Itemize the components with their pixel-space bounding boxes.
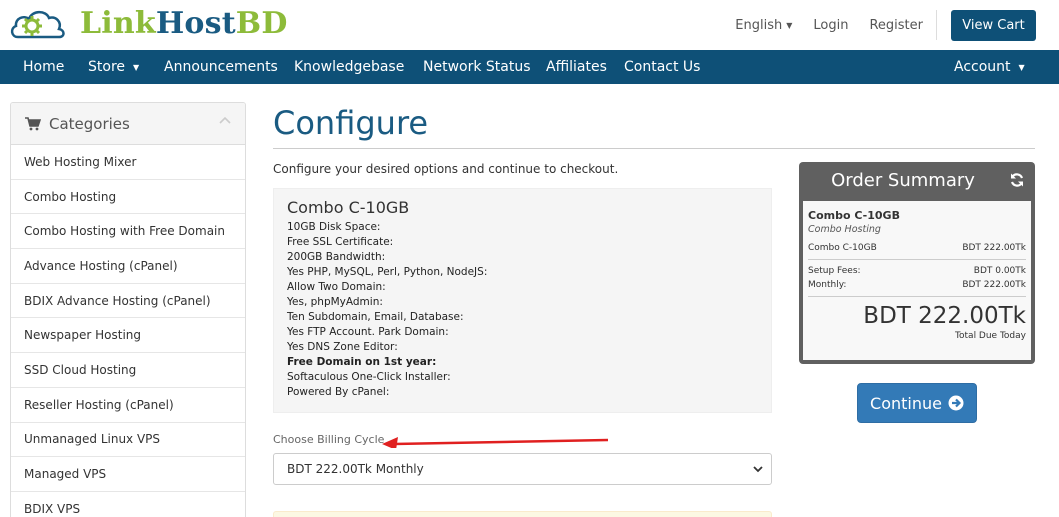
category-web-hosting-mixer[interactable]: Web Hosting Mixer — [11, 145, 245, 180]
category-reseller-hosting[interactable]: Reseller Hosting (cPanel) — [11, 388, 245, 423]
feature-item: Yes DNS Zone Editor: — [287, 341, 398, 353]
category-combo-hosting[interactable]: Combo Hosting — [11, 180, 245, 215]
summary-total-label: Total Due Today — [955, 331, 1026, 341]
arrow-circle-right-icon — [948, 395, 964, 411]
category-ssd-cloud-hosting[interactable]: SSD Cloud Hosting — [11, 353, 245, 388]
product-info-box: Combo C-10GB 10GB Disk Space: Free SSL C… — [273, 188, 772, 413]
header-divider — [936, 10, 937, 40]
categories-panel: Categories Web Hosting Mixer Combo Hosti… — [10, 102, 246, 517]
billing-cycle-value: BDT 222.00Tk Monthly — [287, 462, 424, 476]
caret-down-icon: ▼ — [786, 20, 793, 30]
summary-line-label: Combo C-10GB — [808, 243, 877, 253]
logo-link: Link — [80, 5, 156, 41]
billing-cycle-label: Choose Billing Cycle — [273, 433, 385, 446]
register-link[interactable]: Register — [869, 18, 923, 33]
summary-total: BDT 222.00Tk — [863, 303, 1026, 329]
categories-title: Categories — [49, 114, 130, 133]
category-bdix-advance-hosting[interactable]: BDIX Advance Hosting (cPanel) — [11, 284, 245, 319]
nav-store-label: Store — [88, 59, 126, 75]
summary-product-name: Combo C-10GB — [808, 209, 900, 222]
language-dropdown[interactable]: English ▼ — [714, 18, 792, 33]
category-bdix-vps[interactable]: BDIX VPS — [11, 492, 245, 517]
page-title: Configure — [273, 104, 429, 142]
billing-cycle-select[interactable]: BDT 222.00Tk Monthly — [273, 453, 772, 485]
feature-item: Softaculous One-Click Installer: — [287, 371, 451, 383]
alert-box — [273, 511, 772, 517]
summary-setup-row: Setup Fees: BDT 0.00Tk — [808, 264, 1026, 278]
site-logo[interactable]: LinkHostBD — [8, 4, 288, 42]
nav-store[interactable]: Store ▼ — [88, 50, 139, 84]
summary-line-value: BDT 222.00Tk — [962, 243, 1026, 253]
language-label: English — [735, 17, 783, 33]
title-divider — [273, 148, 1035, 149]
feature-item: 200GB Bandwidth: — [287, 251, 386, 263]
chevron-down-icon — [753, 466, 763, 473]
order-summary-title: Order Summary — [831, 170, 975, 191]
nav-affiliates[interactable]: Affiliates — [546, 50, 607, 84]
logo-text: LinkHostBD — [80, 6, 288, 41]
feature-item: Allow Two Domain: — [287, 281, 386, 293]
refresh-icon[interactable] — [1009, 172, 1025, 188]
chevron-up-icon[interactable] — [219, 115, 231, 127]
summary-product-group: Combo Hosting — [808, 224, 881, 235]
caret-down-icon: ▼ — [133, 62, 140, 72]
main-nav: Home Store ▼ Announcements Knowledgebase … — [0, 50, 1059, 84]
cloud-gear-icon — [10, 10, 65, 39]
summary-monthly-value: BDT 222.00Tk — [962, 280, 1026, 290]
shopping-cart-icon — [25, 116, 41, 130]
categories-header[interactable]: Categories — [11, 103, 245, 145]
logo-host: Host — [155, 5, 236, 41]
summary-line-item: Combo C-10GB BDT 222.00Tk — [808, 241, 1026, 255]
feature-item: Free SSL Certificate: — [287, 236, 394, 248]
feature-item: Free Domain on 1st year: — [287, 356, 437, 368]
continue-button[interactable]: Continue — [857, 383, 977, 423]
category-unmanaged-linux-vps[interactable]: Unmanaged Linux VPS — [11, 423, 245, 458]
summary-divider — [808, 259, 1026, 260]
category-advance-hosting[interactable]: Advance Hosting (cPanel) — [11, 249, 245, 284]
nav-account[interactable]: Account ▼ — [954, 50, 1025, 84]
category-combo-hosting-free-domain[interactable]: Combo Hosting with Free Domain — [11, 214, 245, 250]
intro-text: Configure your desired options and conti… — [273, 162, 619, 176]
category-newspaper-hosting[interactable]: Newspaper Hosting — [11, 318, 245, 354]
summary-monthly-row: Monthly: BDT 222.00Tk — [808, 278, 1026, 292]
order-summary-header: Order Summary — [799, 162, 1035, 199]
summary-setup-value: BDT 0.00Tk — [973, 266, 1026, 276]
site-header: LinkHostBD English ▼ Login Register View … — [0, 0, 1059, 50]
feature-item: Yes, phpMyAdmin: — [287, 296, 383, 308]
nav-contact-us[interactable]: Contact Us — [624, 50, 700, 84]
feature-item: Yes PHP, MySQL, Perl, Python, NodeJS: — [287, 266, 488, 278]
nav-network-status[interactable]: Network Status — [423, 50, 531, 84]
login-link[interactable]: Login — [813, 18, 848, 33]
summary-monthly-label: Monthly: — [808, 280, 847, 290]
nav-account-label: Account — [954, 59, 1011, 75]
nav-announcements[interactable]: Announcements — [164, 50, 278, 84]
view-cart-button[interactable]: View Cart — [951, 10, 1036, 41]
red-arrow-annotation — [382, 437, 609, 448]
category-managed-vps[interactable]: Managed VPS — [11, 457, 245, 492]
feature-item: Powered By cPanel: — [287, 386, 390, 398]
nav-knowledgebase[interactable]: Knowledgebase — [294, 50, 404, 84]
product-name: Combo C-10GB — [287, 198, 410, 217]
order-summary-body: Combo C-10GB Combo Hosting Combo C-10GB … — [803, 201, 1031, 360]
caret-down-icon: ▼ — [1018, 62, 1025, 72]
summary-setup-label: Setup Fees: — [808, 266, 861, 276]
feature-item: Ten Subdomain, Email, Database: — [287, 311, 464, 323]
continue-label: Continue — [870, 393, 942, 413]
order-summary-panel: Order Summary Combo C-10GB Combo Hosting… — [799, 162, 1035, 364]
feature-item: Yes FTP Account. Park Domain: — [287, 326, 449, 338]
summary-divider — [808, 296, 1026, 297]
top-links: English ▼ Login Register — [693, 0, 923, 50]
logo-bd: BD — [235, 5, 288, 41]
feature-item: 10GB Disk Space: — [287, 221, 381, 233]
nav-home[interactable]: Home — [23, 50, 64, 84]
